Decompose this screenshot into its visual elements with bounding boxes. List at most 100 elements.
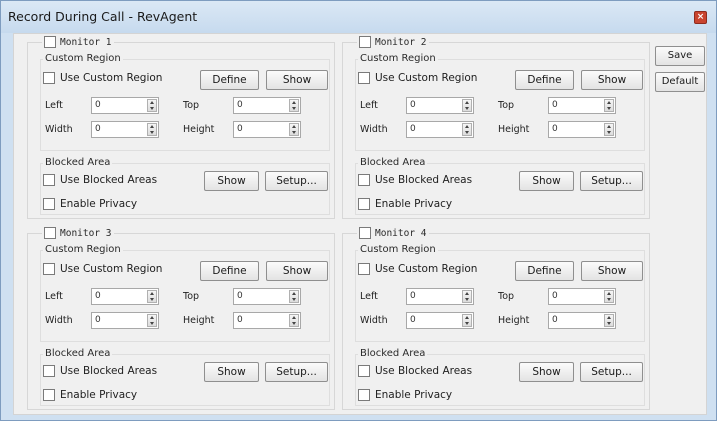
monitor-3-checkbox[interactable] [44, 227, 56, 239]
spin-arrows-icon[interactable] [147, 123, 157, 136]
use-custom-region-row[interactable]: Use Custom Region [43, 263, 162, 275]
define-button[interactable]: Define [200, 70, 259, 90]
use-blocked-areas-row[interactable]: Use Blocked Areas [43, 365, 157, 377]
left-label: Left [360, 291, 378, 302]
show-region-button[interactable]: Show [581, 70, 643, 90]
setup-button[interactable]: Setup... [265, 362, 328, 382]
setup-button[interactable]: Setup... [580, 362, 643, 382]
top-label: Top [498, 100, 515, 111]
dialog-window: Record During Call - RevAgent × Monitor … [0, 0, 717, 421]
height-value: 0 [552, 315, 558, 325]
use-blocked-areas-checkbox[interactable] [43, 365, 55, 377]
width-spinbox[interactable]: 0 [406, 312, 474, 329]
save-button[interactable]: Save [655, 46, 705, 66]
setup-button[interactable]: Setup... [265, 171, 328, 191]
left-value: 0 [410, 291, 416, 301]
show-blocked-button[interactable]: Show [204, 171, 259, 191]
spin-arrows-icon[interactable] [289, 314, 299, 327]
height-spinbox[interactable]: 0 [233, 121, 301, 138]
define-button[interactable]: Define [515, 70, 574, 90]
top-spinbox[interactable]: 0 [233, 97, 301, 114]
left-value: 0 [410, 100, 416, 110]
left-spinbox[interactable]: 0 [91, 97, 159, 114]
show-region-button[interactable]: Show [266, 70, 328, 90]
spin-arrows-icon[interactable] [604, 123, 614, 136]
top-spinbox[interactable]: 0 [548, 288, 616, 305]
spin-arrows-icon[interactable] [289, 99, 299, 112]
monitor-4-checkbox-row[interactable]: Monitor 4 [357, 227, 430, 239]
monitor-1-checkbox[interactable] [44, 36, 56, 48]
show-blocked-button[interactable]: Show [204, 362, 259, 382]
dialog-body: Monitor 1 Custom Region Use Custom Regio… [13, 33, 707, 415]
use-custom-region-row[interactable]: Use Custom Region [358, 72, 477, 84]
use-custom-region-label: Use Custom Region [375, 72, 478, 84]
spin-arrows-icon[interactable] [462, 314, 472, 327]
left-spinbox[interactable]: 0 [406, 288, 474, 305]
top-value: 0 [237, 291, 243, 301]
enable-privacy-checkbox[interactable] [358, 389, 370, 401]
show-region-button[interactable]: Show [581, 261, 643, 281]
title-bar[interactable]: Record During Call - RevAgent × [1, 1, 716, 33]
enable-privacy-row[interactable]: Enable Privacy [358, 198, 452, 210]
use-blocked-areas-checkbox[interactable] [43, 174, 55, 186]
enable-privacy-row[interactable]: Enable Privacy [358, 389, 452, 401]
spin-arrows-icon[interactable] [604, 290, 614, 303]
define-button[interactable]: Define [515, 261, 574, 281]
enable-privacy-row[interactable]: Enable Privacy [43, 389, 137, 401]
blocked-area-group: Blocked Area Use Blocked Areas Show Setu… [355, 157, 645, 215]
default-button[interactable]: Default [655, 72, 705, 92]
use-custom-region-row[interactable]: Use Custom Region [43, 72, 162, 84]
use-custom-region-checkbox[interactable] [43, 263, 55, 275]
spin-arrows-icon[interactable] [462, 290, 472, 303]
width-spinbox[interactable]: 0 [91, 121, 159, 138]
enable-privacy-row[interactable]: Enable Privacy [43, 198, 137, 210]
left-spinbox[interactable]: 0 [91, 288, 159, 305]
top-spinbox[interactable]: 0 [233, 288, 301, 305]
monitor-2-checkbox[interactable] [359, 36, 371, 48]
spin-arrows-icon[interactable] [604, 314, 614, 327]
monitor-3-checkbox-row[interactable]: Monitor 3 [42, 227, 115, 239]
monitor-4-checkbox[interactable] [359, 227, 371, 239]
use-blocked-areas-row[interactable]: Use Blocked Areas [358, 174, 472, 186]
show-region-button[interactable]: Show [266, 261, 328, 281]
height-spinbox[interactable]: 0 [548, 312, 616, 329]
left-spinbox[interactable]: 0 [406, 97, 474, 114]
spin-arrows-icon[interactable] [147, 99, 157, 112]
use-custom-region-checkbox[interactable] [358, 72, 370, 84]
spin-arrows-icon[interactable] [462, 123, 472, 136]
use-blocked-areas-label: Use Blocked Areas [60, 365, 158, 377]
use-custom-region-checkbox[interactable] [358, 263, 370, 275]
spin-arrows-icon[interactable] [462, 99, 472, 112]
show-blocked-button[interactable]: Show [519, 362, 574, 382]
spin-arrows-icon[interactable] [147, 314, 157, 327]
spin-arrows-icon[interactable] [289, 123, 299, 136]
enable-privacy-checkbox[interactable] [43, 389, 55, 401]
height-spinbox[interactable]: 0 [233, 312, 301, 329]
height-spinbox[interactable]: 0 [548, 121, 616, 138]
use-blocked-areas-checkbox[interactable] [358, 174, 370, 186]
enable-privacy-checkbox[interactable] [358, 198, 370, 210]
spin-arrows-icon[interactable] [604, 99, 614, 112]
define-button[interactable]: Define [200, 261, 259, 281]
monitor-1-checkbox-row[interactable]: Monitor 1 [42, 36, 115, 48]
width-value: 0 [95, 315, 101, 325]
height-label: Height [183, 124, 215, 135]
top-label: Top [498, 291, 515, 302]
use-blocked-areas-row[interactable]: Use Blocked Areas [358, 365, 472, 377]
use-blocked-areas-checkbox[interactable] [358, 365, 370, 377]
use-custom-region-row[interactable]: Use Custom Region [358, 263, 477, 275]
monitor-2-checkbox-row[interactable]: Monitor 2 [357, 36, 430, 48]
spin-arrows-icon[interactable] [289, 290, 299, 303]
show-blocked-button[interactable]: Show [519, 171, 574, 191]
top-spinbox[interactable]: 0 [548, 97, 616, 114]
use-blocked-areas-row[interactable]: Use Blocked Areas [43, 174, 157, 186]
close-button[interactable]: × [694, 11, 707, 24]
spin-arrows-icon[interactable] [147, 290, 157, 303]
enable-privacy-checkbox[interactable] [43, 198, 55, 210]
width-spinbox[interactable]: 0 [91, 312, 159, 329]
height-label: Height [498, 124, 530, 135]
use-custom-region-checkbox[interactable] [43, 72, 55, 84]
setup-button[interactable]: Setup... [580, 171, 643, 191]
width-spinbox[interactable]: 0 [406, 121, 474, 138]
top-value: 0 [237, 100, 243, 110]
